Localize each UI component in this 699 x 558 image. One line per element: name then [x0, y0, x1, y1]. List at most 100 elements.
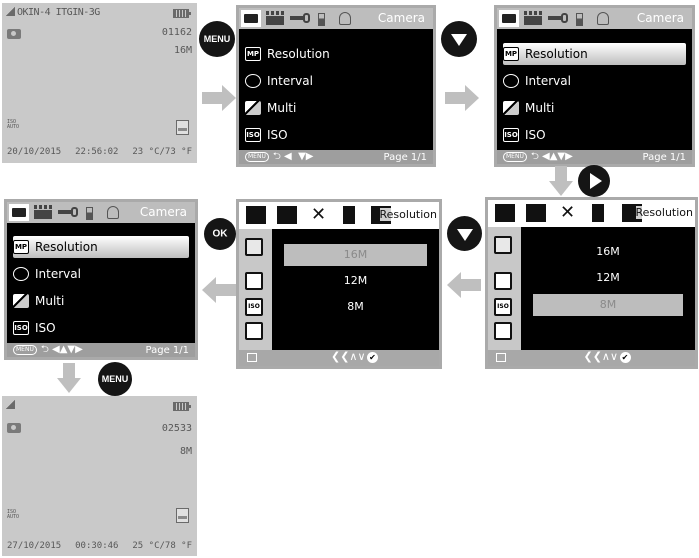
- menu-item-resolution[interactable]: MP Resolution: [245, 43, 427, 65]
- resolution-side-bar: ISO: [239, 229, 272, 350]
- settings-tab-icon[interactable]: [290, 10, 310, 27]
- resolution-option-8m-selected[interactable]: 8M: [533, 294, 683, 316]
- menu-item-multi[interactable]: Multi: [13, 290, 189, 312]
- live-view-screen-before: OKIN-4 ITGIN-3G 01162 16M ISO AUTO 20/10…: [2, 3, 197, 163]
- date-readout: 20/10/2015: [7, 147, 62, 157]
- signal-icon: [6, 399, 15, 409]
- tools-tab-icon[interactable]: ✕: [311, 206, 331, 224]
- status-text: OKIN-4 ITGIN-3G: [6, 6, 100, 18]
- live-view-screen-after: 02533 8M ISO AUTO 27/10/2015 00:30:46 25…: [2, 396, 197, 556]
- menu-item-interval[interactable]: Interval: [503, 70, 686, 92]
- record-tab-icon[interactable]: [106, 204, 122, 221]
- battery-tab-icon[interactable]: [592, 204, 604, 222]
- menu-item-iso[interactable]: ISO ISO: [503, 124, 686, 146]
- sd-card-icon: [176, 508, 189, 523]
- confirm-check-icon: ✔: [367, 352, 378, 363]
- battery-icon: [173, 9, 191, 18]
- camera-mode-icon: [7, 29, 21, 39]
- menu-navigation-diagram: OKIN-4 ITGIN-3G 01162 16M ISO AUTO 20/10…: [0, 0, 699, 558]
- battery-tab-icon[interactable]: [86, 204, 94, 221]
- menu-item-multi[interactable]: Multi: [503, 97, 686, 119]
- battery-tab-icon[interactable]: [343, 206, 355, 224]
- nav-arrows-icon: ❮❮∧∨: [331, 350, 366, 363]
- resolution-title: Resolution: [635, 206, 693, 219]
- resolution-option-16m-selected[interactable]: 16M: [284, 244, 427, 266]
- photo-count: 01162: [161, 27, 192, 38]
- record-tab-icon[interactable]: [338, 10, 354, 27]
- menu-item-iso[interactable]: ISO ISO: [245, 124, 427, 146]
- menu-item-multi[interactable]: Multi: [245, 97, 427, 119]
- menu-item-iso[interactable]: ISO ISO: [13, 317, 189, 339]
- time-readout: 22:56:02: [75, 147, 119, 157]
- video-tab-icon[interactable]: [277, 206, 297, 224]
- back-icon: ⮌ ◀▲▼▶: [40, 343, 83, 355]
- resolution-footer: ❮❮∧∨ ✔: [239, 350, 439, 366]
- list-icon[interactable]: [494, 272, 512, 290]
- video-tab-icon[interactable]: [266, 10, 286, 27]
- iso-icon: ISO AUTO: [7, 119, 20, 130]
- exit-icon: [496, 353, 506, 362]
- timer-icon[interactable]: [494, 322, 512, 340]
- video-tab-icon[interactable]: [34, 204, 54, 221]
- menu-item-resolution-selected[interactable]: MP Resolution: [13, 236, 189, 258]
- multi-shot-icon: [503, 101, 519, 115]
- photo-count: 02533: [161, 423, 192, 434]
- iso-icon: ISO: [245, 128, 261, 142]
- right-button-icon: [578, 165, 610, 197]
- arrow-left-icon: [202, 277, 236, 303]
- iso-icon: ISO: [13, 321, 29, 335]
- settings-tab-icon[interactable]: [548, 10, 568, 27]
- iso-icon[interactable]: ISO: [494, 298, 512, 316]
- menu-key-icon: MENU: [13, 345, 37, 355]
- battery-tab-icon[interactable]: [576, 10, 584, 27]
- camera-menu-screen-3: Camera MP Resolution Interval Multi ISO …: [4, 199, 198, 360]
- menu-item-resolution-selected[interactable]: MP Resolution: [503, 43, 686, 65]
- settings-tab-icon[interactable]: [58, 204, 78, 221]
- mp-icon: MP: [245, 47, 261, 61]
- menu-tab-bar: Camera: [7, 202, 195, 223]
- page-indicator: Page 1/1: [145, 344, 189, 356]
- nav-arrows-icon: ❮❮∧∨: [583, 350, 619, 363]
- menu-key-icon: MENU: [245, 152, 269, 162]
- resolution-option-12m[interactable]: 12M: [533, 267, 683, 289]
- resolution-option-8m[interactable]: 8M: [284, 296, 427, 318]
- iso-icon: ISO AUTO: [7, 509, 20, 520]
- arrow-down-icon: [549, 166, 573, 196]
- menu-footer: MENU ⮌ ◀▲▼▶ Page 1/1: [7, 343, 195, 357]
- iso-icon[interactable]: ISO: [245, 298, 263, 316]
- tools-tab-icon[interactable]: ✕: [560, 204, 580, 222]
- iso-icon: ISO: [503, 128, 519, 142]
- clock-icon: [503, 74, 519, 88]
- resolution-tab-bar: ✕ Resolution: [239, 202, 439, 229]
- time-readout: 00:30:46: [75, 541, 119, 551]
- image-size-icon[interactable]: [245, 238, 263, 256]
- list-icon[interactable]: [245, 272, 263, 290]
- down-button-icon: [447, 216, 482, 251]
- battery-tab-icon[interactable]: [318, 10, 326, 27]
- resolution-option-12m[interactable]: 12M: [284, 270, 427, 292]
- back-icon: ⮌ ◀▲▼▶: [530, 150, 573, 162]
- clock-icon: [13, 267, 29, 281]
- camera-tab-icon[interactable]: [246, 206, 266, 224]
- resolution-side-bar: ISO: [488, 227, 521, 350]
- page-indicator: Page 1/1: [383, 151, 427, 163]
- timer-icon[interactable]: [245, 322, 263, 340]
- back-icon: ⮌ ◀ ▼▶: [272, 150, 314, 162]
- camera-tab-icon[interactable]: [495, 204, 515, 222]
- record-tab-icon[interactable]: [596, 10, 612, 27]
- multi-shot-icon: [245, 101, 261, 115]
- image-size-icon[interactable]: [494, 236, 512, 254]
- arrow-left-icon: [447, 272, 481, 298]
- resolution-screen-16m: ✕ Resolution ISO 16M 12M 8M ❮❮∧∨ ✔: [236, 199, 442, 369]
- menu-item-interval[interactable]: Interval: [13, 263, 189, 285]
- video-tab-icon[interactable]: [524, 10, 544, 27]
- menu-tab-bar: Camera: [497, 8, 692, 29]
- menu-title: Camera: [139, 205, 187, 219]
- arrow-right-icon: [202, 85, 236, 111]
- video-tab-icon[interactable]: [526, 204, 546, 222]
- menu-item-interval[interactable]: Interval: [245, 70, 427, 92]
- camera-tab-icon[interactable]: [499, 10, 519, 27]
- camera-tab-icon[interactable]: [241, 10, 261, 27]
- resolution-option-16m[interactable]: 16M: [533, 241, 683, 263]
- camera-tab-icon[interactable]: [9, 204, 29, 221]
